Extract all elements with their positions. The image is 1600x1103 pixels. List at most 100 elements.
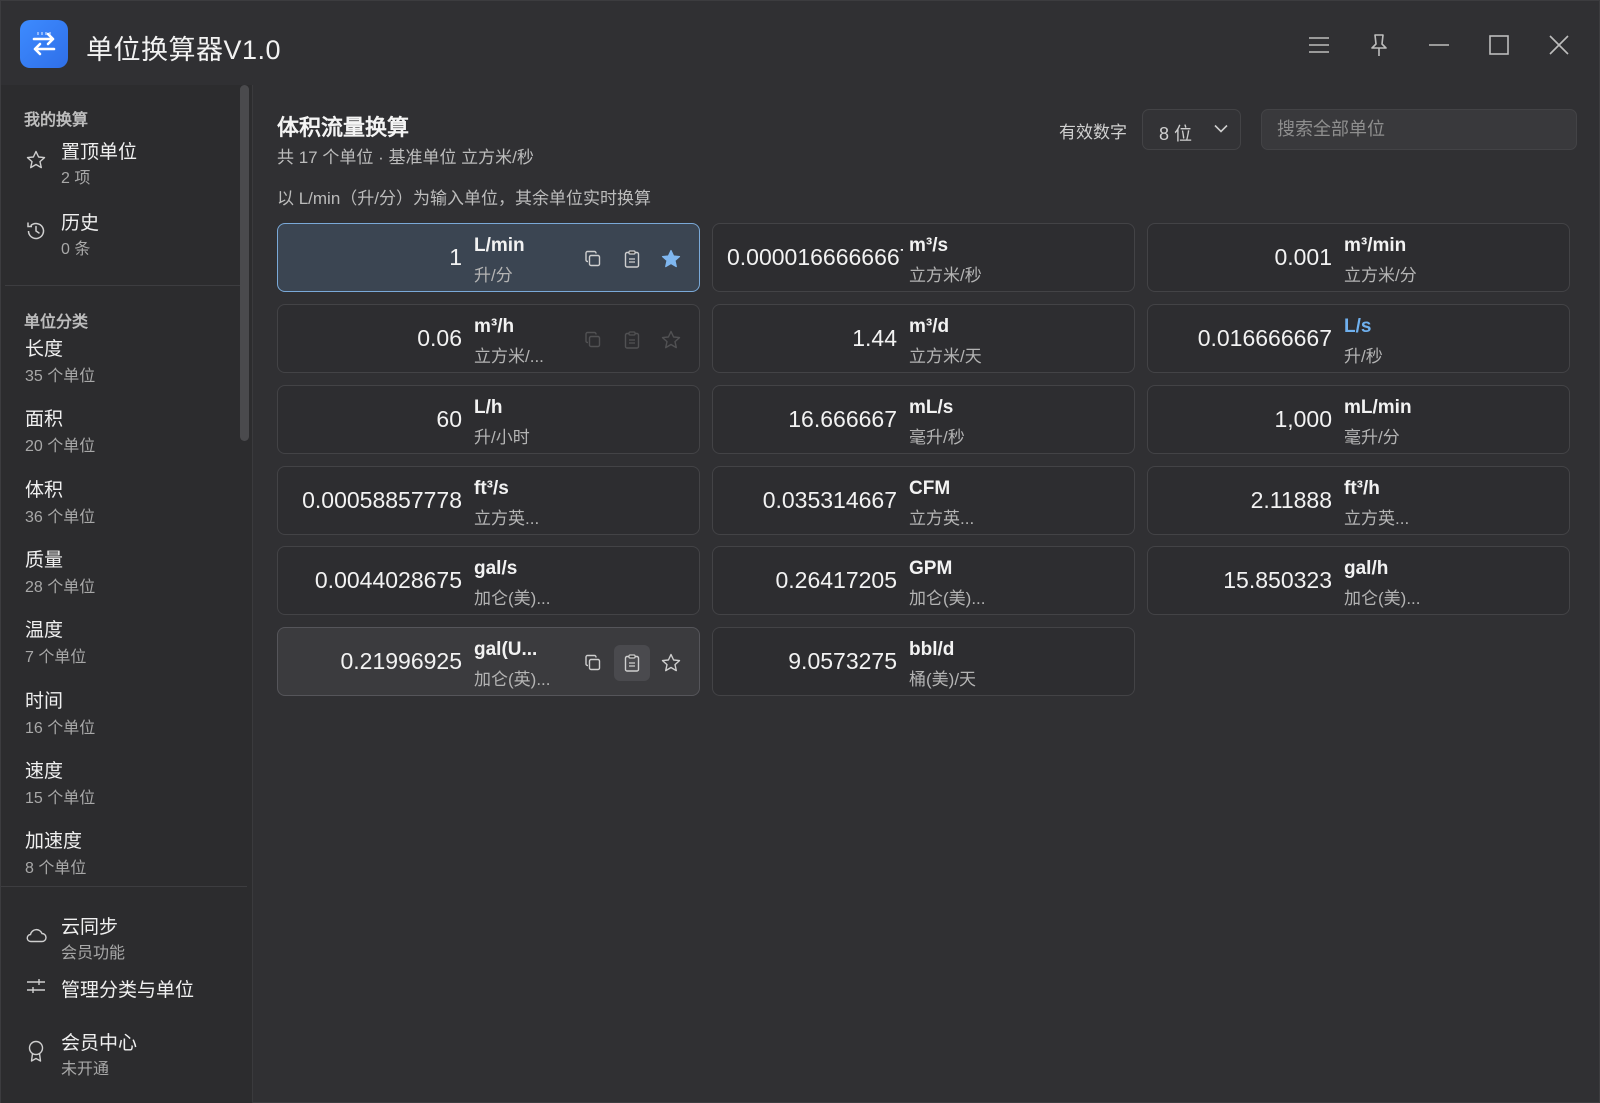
sidebar-item-label: 时间: [25, 691, 64, 712]
unit-symbol: bbl/d: [909, 639, 955, 660]
unit-symbol: m³/min: [1344, 235, 1407, 256]
sidebar-item-acceleration[interactable]: 加速度 8 个单位: [1, 822, 237, 886]
copy-icon[interactable]: [575, 241, 611, 277]
unit-name: 立方米/秒: [909, 266, 982, 285]
unit-value[interactable]: 1.44: [852, 325, 897, 352]
sidebar-item-label: 温度: [25, 620, 64, 641]
significant-digits-label: 有效数字: [1059, 123, 1127, 142]
sidebar-item-cloud-sync[interactable]: 云同步 会员功能: [1, 904, 237, 968]
unit-card[interactable]: 0.0000166666667 m³/s 立方米/秒: [712, 223, 1135, 292]
paste-icon[interactable]: [614, 322, 650, 358]
sidebar-item-mass[interactable]: 质量 28 个单位: [1, 541, 237, 605]
unit-value[interactable]: 15.850323: [1223, 567, 1332, 594]
copy-icon[interactable]: [575, 645, 611, 681]
sidebar-item-label: 质量: [25, 550, 64, 571]
unit-value[interactable]: 60: [436, 406, 462, 433]
significant-digits-select[interactable]: 8 位: [1142, 109, 1241, 150]
unit-card[interactable]: 1 L/min 升/分: [277, 223, 700, 292]
unit-card[interactable]: 2.11888 ft³/h 立方英...: [1147, 466, 1570, 535]
unit-card[interactable]: 0.001 m³/min 立方米/分: [1147, 223, 1570, 292]
unit-card[interactable]: 0.26417205 GPM 加仑(美)...: [712, 546, 1135, 615]
unit-value[interactable]: 16.666667: [788, 406, 897, 433]
unit-value[interactable]: 0.06: [417, 325, 462, 352]
unit-card[interactable]: 0.06 m³/h 立方米/...: [277, 304, 700, 373]
unit-symbol: CFM: [909, 478, 951, 499]
unit-value[interactable]: 0.035314667: [763, 487, 897, 514]
unit-card[interactable]: 0.0044028675 gal/s 加仑(美)...: [277, 546, 700, 615]
sidebar-scrollbar[interactable]: [240, 85, 249, 441]
unit-value[interactable]: 0.0000166666667: [727, 244, 903, 271]
sidebar-item-count: 35 个单位: [25, 368, 96, 385]
unit-card-actions: [575, 241, 693, 277]
sidebar-item-manage-units[interactable]: 管理分类与单位: [1, 961, 237, 1011]
sidebar-item-count: 2 项: [61, 170, 91, 187]
unit-name: 毫升/秒: [909, 428, 965, 447]
star-icon[interactable]: [653, 645, 689, 681]
unit-name: 立方米/天: [909, 347, 982, 366]
maximize-icon[interactable]: [1479, 25, 1519, 65]
unit-card[interactable]: 0.00058857778 ft³/s 立方英...: [277, 466, 700, 535]
unit-card[interactable]: 0.21996925 gal(U... 加仑(英)...: [277, 627, 700, 696]
unit-value[interactable]: 1: [449, 244, 462, 271]
sidebar-item-count: 28 个单位: [25, 579, 96, 596]
unit-symbol: L/min: [474, 235, 525, 256]
sidebar-item-count: 15 个单位: [25, 790, 96, 807]
pin-icon[interactable]: [1359, 25, 1399, 65]
unit-value[interactable]: 2.11888: [1251, 487, 1332, 514]
unit-card[interactable]: 0.035314667 CFM 立方英...: [712, 466, 1135, 535]
sidebar-item-volume[interactable]: 体积 36 个单位: [1, 471, 237, 535]
copy-icon[interactable]: [575, 322, 611, 358]
sidebar-item-count: 7 个单位: [25, 649, 87, 666]
unit-value[interactable]: 0.00058857778: [302, 487, 462, 514]
sidebar-item-length[interactable]: 长度 35 个单位: [1, 330, 237, 394]
unit-name: 毫升/分: [1344, 428, 1400, 447]
menu-icon[interactable]: [1299, 25, 1339, 65]
star-icon[interactable]: [653, 241, 689, 277]
paste-icon[interactable]: [614, 241, 650, 277]
unit-value[interactable]: 0.0044028675: [315, 567, 462, 594]
sidebar-item-pinned[interactable]: 置顶单位 2 项: [1, 129, 237, 193]
unit-value[interactable]: 1,000: [1274, 406, 1332, 433]
unit-symbol: gal(U...: [474, 639, 538, 660]
section-categories: 单位分类: [24, 314, 89, 331]
unit-card[interactable]: 9.0573275 bbl/d 桶(美)/天: [712, 627, 1135, 696]
unit-name: 立方英...: [474, 509, 540, 528]
unit-card[interactable]: 16.666667 mL/s 毫升/秒: [712, 385, 1135, 454]
divider: [1, 886, 247, 887]
search-input[interactable]: [1261, 109, 1577, 150]
unit-name: 加仑(美)...: [1344, 589, 1421, 608]
unit-card[interactable]: 15.850323 gal/h 加仑(美)...: [1147, 546, 1570, 615]
unit-card[interactable]: 1,000 mL/min 毫升/分: [1147, 385, 1570, 454]
unit-name: 升/秒: [1344, 347, 1383, 366]
sidebar-item-temperature[interactable]: 温度 7 个单位: [1, 611, 237, 675]
unit-value[interactable]: 0.21996925: [340, 648, 462, 675]
unit-card[interactable]: 60 L/h 升/小时: [277, 385, 700, 454]
sidebar-item-time[interactable]: 时间 16 个单位: [1, 682, 237, 746]
unit-card[interactable]: 0.016666667 L/s 升/秒: [1147, 304, 1570, 373]
unit-value[interactable]: 0.26417205: [775, 567, 897, 594]
unit-value[interactable]: 0.016666667: [1198, 325, 1332, 352]
star-icon[interactable]: [653, 322, 689, 358]
paste-icon[interactable]: [614, 645, 650, 681]
sidebar-item-count: 0 条: [61, 241, 91, 258]
sidebar-item-speed[interactable]: 速度 15 个单位: [1, 752, 237, 816]
page-subtitle: 共 17 个单位 · 基准单位 立方米/秒: [277, 148, 534, 167]
unit-symbol: m³/d: [909, 316, 950, 337]
significant-digits-value: 8 位: [1159, 124, 1193, 144]
sidebar-item-history[interactable]: 历史 0 条: [1, 200, 237, 264]
cloud-icon: [25, 924, 47, 946]
unit-value[interactable]: 9.0573275: [788, 648, 897, 675]
unit-name: 加仑(美)...: [909, 589, 986, 608]
unit-name: 桶(美)/天: [909, 670, 977, 689]
history-icon: [25, 220, 47, 242]
minimize-icon[interactable]: [1419, 25, 1459, 65]
sidebar-item-label: 管理分类与单位: [61, 980, 195, 1001]
sidebar-item-membership[interactable]: 会员中心 未开通: [1, 1020, 237, 1084]
sidebar-item-area[interactable]: 面积 20 个单位: [1, 400, 237, 464]
unit-value[interactable]: 0.001: [1274, 244, 1332, 271]
unit-name: 加仑(美)...: [474, 589, 551, 608]
divider: [5, 285, 241, 286]
badge-icon: [25, 1040, 47, 1062]
close-icon[interactable]: [1539, 25, 1579, 65]
unit-card[interactable]: 1.44 m³/d 立方米/天: [712, 304, 1135, 373]
